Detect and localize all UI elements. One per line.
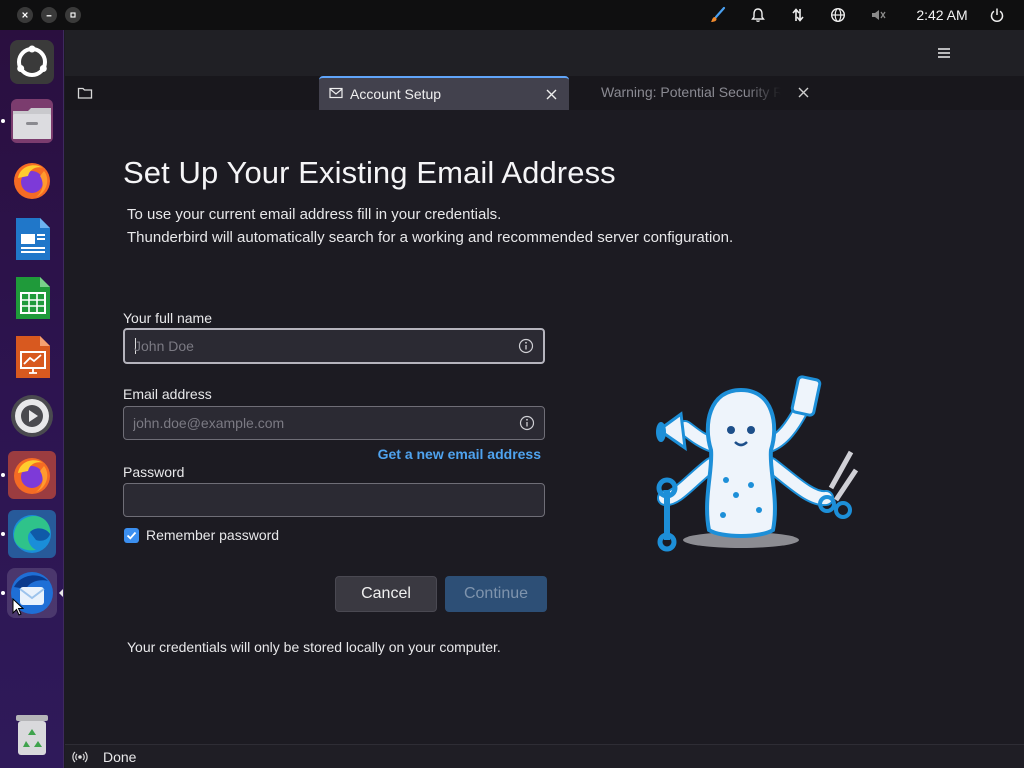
- octopus-mascot-illustration: [656, 375, 859, 552]
- calc-icon: [16, 277, 50, 319]
- status-bar: Done: [65, 744, 1024, 768]
- files-icon: [11, 99, 53, 143]
- dock-running-dot: [1, 591, 5, 595]
- hamburger-menu-icon: [938, 48, 950, 58]
- writer-icon: [16, 218, 50, 260]
- tab-label: Account Setup: [350, 86, 442, 102]
- tab-close-button[interactable]: [796, 85, 810, 99]
- dock-edge[interactable]: [7, 509, 57, 559]
- get-new-email-link[interactable]: Get a new email address: [375, 446, 541, 462]
- ubuntu-icon: [10, 40, 54, 84]
- info-icon[interactable]: [519, 415, 535, 431]
- status-text: Done: [103, 749, 137, 765]
- info-icon[interactable]: [518, 338, 534, 354]
- tab-bar: Account Setup Warning: Potential Securit…: [65, 76, 1024, 110]
- dock-trash[interactable]: [7, 710, 57, 760]
- tab-security-warning[interactable]: Warning: Potential Security Risk Ahead: [575, 76, 820, 110]
- title-bar: [65, 30, 1024, 76]
- close-icon: [798, 87, 808, 97]
- password-input[interactable]: [133, 484, 503, 516]
- dock-running-dot: [1, 119, 5, 123]
- power-icon[interactable]: [988, 6, 1006, 24]
- envelope-icon: [329, 87, 343, 99]
- password-label: Password: [123, 464, 185, 480]
- globe-icon[interactable]: [829, 6, 847, 24]
- minimize-window-button[interactable]: [41, 7, 57, 23]
- tab-account-setup[interactable]: Account Setup: [319, 76, 569, 110]
- dock-libreoffice-writer[interactable]: [7, 214, 57, 264]
- bell-icon[interactable]: [749, 6, 767, 24]
- app-menu-button[interactable]: [933, 42, 955, 64]
- page-title: Set Up Your Existing Email Address: [123, 155, 616, 190]
- folder-icon[interactable]: [77, 85, 93, 101]
- firefox-icon: [14, 163, 50, 199]
- edge-icon: [8, 510, 56, 558]
- dock-files[interactable]: [7, 96, 57, 146]
- minimize-icon: [46, 15, 52, 17]
- dock-running-dot: [1, 532, 5, 536]
- tab-label: Warning: Potential Security Risk Ahead: [601, 84, 781, 100]
- remember-password-checkbox[interactable]: [124, 528, 139, 543]
- dock-focus-indicator: [59, 589, 63, 597]
- close-window-button[interactable]: [17, 7, 33, 23]
- system-clock[interactable]: 2:42 AM: [906, 7, 978, 23]
- continue-button[interactable]: Continue: [445, 576, 547, 612]
- activity-broadcast-icon[interactable]: [72, 749, 88, 765]
- description-line-2: Thunderbird will automatically search fo…: [127, 229, 734, 246]
- system-top-bar: 2:42 AM: [0, 0, 1024, 30]
- credentials-note: Your credentials will only be stored loc…: [127, 639, 501, 655]
- mouse-pointer-icon: [12, 598, 24, 616]
- dock-running-dot: [1, 473, 5, 477]
- dock-firefox-window[interactable]: [7, 450, 57, 500]
- trash-recycle-icon: [16, 715, 48, 755]
- restore-window-button[interactable]: [65, 7, 81, 23]
- close-icon: [546, 89, 556, 99]
- dock-ubuntu-logo[interactable]: [7, 37, 57, 87]
- thunderbird-window: Account Setup Warning: Potential Securit…: [65, 30, 1024, 768]
- dock-libreoffice-calc[interactable]: [7, 273, 57, 323]
- checkmark-icon: [126, 531, 137, 540]
- remember-password-label[interactable]: Remember password: [146, 527, 279, 543]
- cancel-button[interactable]: Cancel: [335, 576, 437, 612]
- email-field[interactable]: [123, 406, 545, 440]
- network-transfer-icon[interactable]: [789, 6, 807, 24]
- settings-gear-icon: [11, 395, 53, 437]
- close-icon: [22, 12, 28, 18]
- tab-close-button[interactable]: [544, 87, 558, 101]
- dock-settings[interactable]: [7, 391, 57, 441]
- dock-libreoffice-impress[interactable]: [7, 332, 57, 382]
- speaker-muted-icon[interactable]: [869, 6, 887, 24]
- email-label: Email address: [123, 386, 212, 402]
- dock: [0, 30, 64, 768]
- impress-icon: [16, 336, 50, 378]
- description-line-1: To use your current email address fill i…: [127, 206, 502, 223]
- full-name-label: Your full name: [123, 310, 212, 326]
- dock-firefox[interactable]: [7, 155, 57, 205]
- restore-icon: [70, 12, 76, 18]
- firefox-icon: [8, 451, 56, 499]
- full-name-input[interactable]: [134, 330, 504, 362]
- paint-brush-icon[interactable]: [709, 6, 727, 24]
- full-name-field[interactable]: [123, 328, 545, 364]
- email-input[interactable]: [133, 407, 503, 439]
- password-field[interactable]: [123, 483, 545, 517]
